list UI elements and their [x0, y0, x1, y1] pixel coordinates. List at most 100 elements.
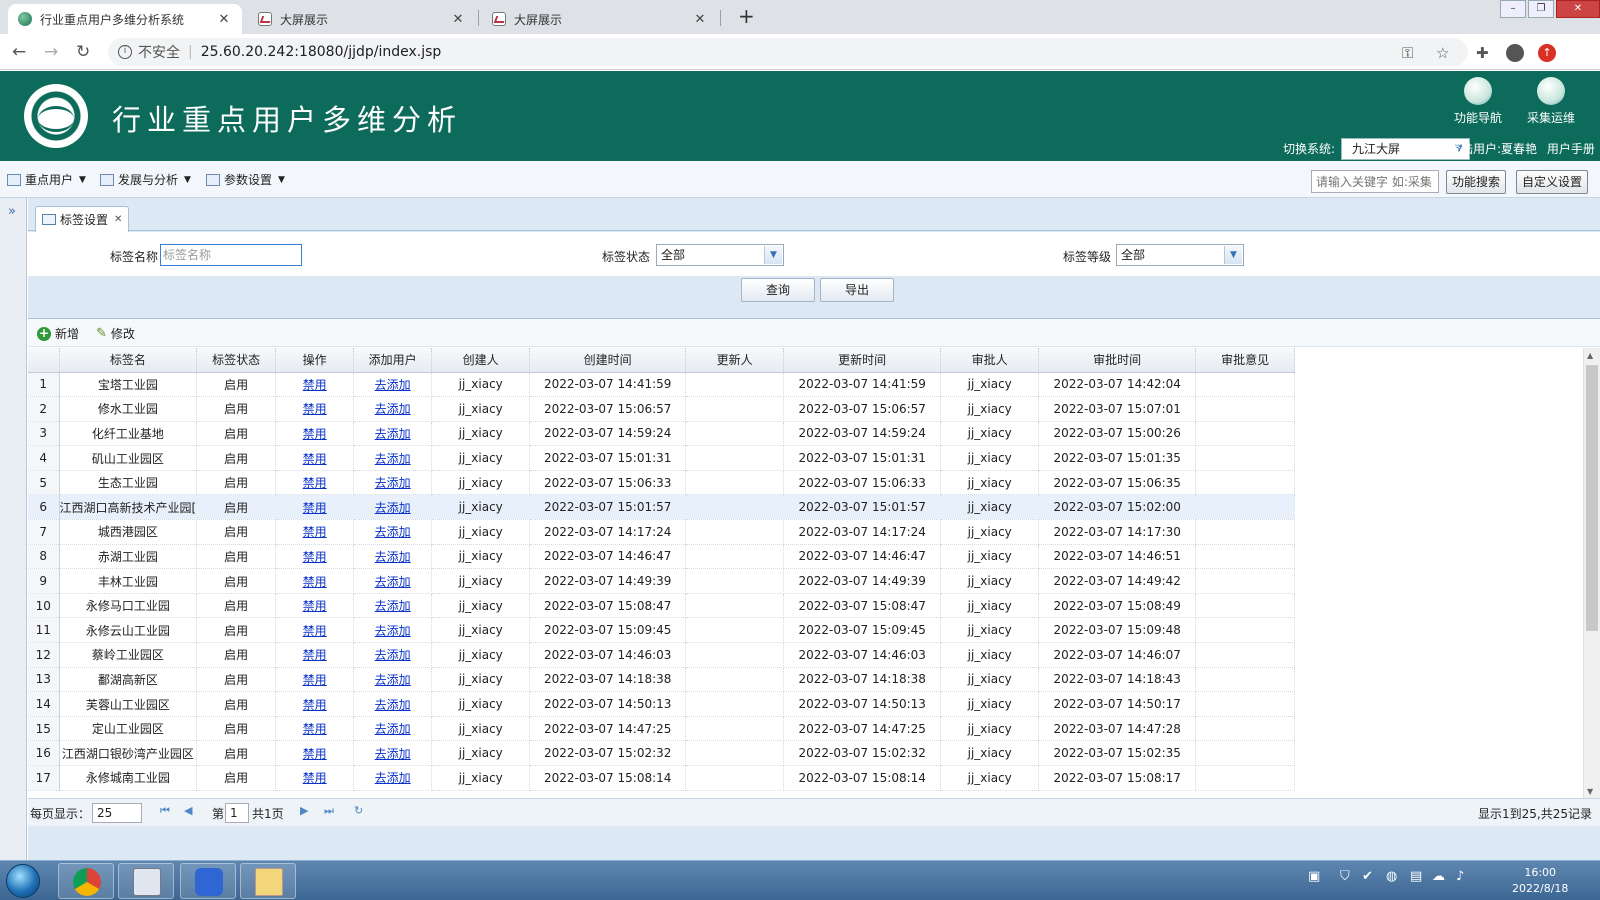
disable-link[interactable]: 禁用	[303, 599, 327, 613]
add-button[interactable]: + 新增	[37, 325, 79, 342]
menu-development-analysis[interactable]: 发展与分析 ▼	[100, 171, 191, 188]
tag-level-select[interactable]: 全部 ▼	[1116, 244, 1244, 266]
page-number-input[interactable]: 1	[225, 803, 249, 823]
table-row[interactable]: 13 鄱湖高新区 启用 禁用 去添加 jj_xiacy 2022-03-07 14:18:3…	[28, 667, 1296, 693]
column-header[interactable]: 审批意见	[1195, 348, 1296, 373]
column-header[interactable]: 更新时间	[783, 348, 942, 373]
close-tab-icon[interactable]: ✕	[216, 12, 232, 27]
taskbar-explorer[interactable]	[240, 863, 296, 899]
disable-link[interactable]: 禁用	[303, 698, 327, 712]
vertical-scrollbar[interactable]: ▲ ▼	[1583, 348, 1600, 799]
tray-volume-icon[interactable]: ♪	[1456, 869, 1464, 884]
reload-icon[interactable]: ↻	[76, 42, 90, 62]
add-user-link[interactable]: 去添加	[375, 501, 411, 515]
user-manual-link[interactable]: 用户手册	[1547, 142, 1595, 156]
table-row[interactable]: 8 赤湖工业园 启用 禁用 去添加 jj_xiacy 2022-03-07 14:46:47…	[28, 544, 1296, 570]
tag-status-select[interactable]: 全部 ▼	[656, 244, 784, 266]
add-user-link[interactable]: 去添加	[375, 476, 411, 490]
table-row[interactable]: 9 丰林工业园 启用 禁用 去添加 jj_xiacy 2022-03-07 14:49:39…	[28, 568, 1296, 594]
add-user-link[interactable]: 去添加	[375, 550, 411, 564]
table-row[interactable]: 2 修水工业园 启用 禁用 去添加 jj_xiacy 2022-03-07 15:06:57…	[28, 396, 1296, 422]
tray-security-icon[interactable]: ✔	[1362, 869, 1373, 884]
column-header[interactable]: 审批人	[940, 348, 1040, 373]
column-header[interactable]: 更新人	[685, 348, 785, 373]
disable-link[interactable]: 禁用	[303, 673, 327, 687]
column-header[interactable]: 创建人	[431, 348, 531, 373]
add-user-link[interactable]: 去添加	[375, 378, 411, 392]
tray-monitor-icon[interactable]: ▣	[1308, 869, 1320, 884]
info-icon[interactable]: i	[118, 45, 132, 59]
column-header[interactable]: 创建时间	[529, 348, 687, 373]
disable-link[interactable]: 禁用	[303, 452, 327, 466]
menu-key-users[interactable]: 重点用户 ▼	[7, 171, 86, 188]
add-user-link[interactable]: 去添加	[375, 648, 411, 662]
column-header[interactable]: 审批时间	[1038, 348, 1197, 373]
profile-avatar-icon[interactable]	[1506, 44, 1524, 62]
table-row[interactable]: 11 永修云山工业园 启用 禁用 去添加 jj_xiacy 2022-03-07 15:09…	[28, 617, 1296, 644]
first-page-icon[interactable]: ⏮	[160, 804, 170, 818]
tag-name-input[interactable]: 标签名称	[160, 244, 302, 266]
window-close-icon[interactable]: ✕	[1556, 0, 1600, 18]
menu-parameter-settings[interactable]: 参数设置 ▼	[206, 171, 285, 188]
table-row[interactable]: 3 化纤工业基地 启用 禁用 去添加 jj_xiacy 2022-03-07 14:59:2…	[28, 421, 1296, 447]
key-icon[interactable]: ⚿	[1402, 44, 1413, 62]
table-row[interactable]: 4 矶山工业园区 启用 禁用 去添加 jj_xiacy 2022-03-07 15:01:3…	[28, 445, 1296, 471]
taskbar-clock[interactable]: 16:00 2022/8/18	[1512, 865, 1568, 897]
add-user-link[interactable]: 去添加	[375, 452, 411, 466]
add-user-link[interactable]: 去添加	[375, 722, 411, 736]
disable-link[interactable]: 禁用	[303, 476, 327, 490]
disable-link[interactable]: 禁用	[303, 722, 327, 736]
tray-globe-icon[interactable]: ◍	[1386, 869, 1397, 884]
close-tab-icon[interactable]: ✕	[692, 12, 708, 27]
edit-button[interactable]: ✎ 修改	[96, 325, 135, 342]
column-header[interactable]: 添加用户	[353, 348, 433, 373]
disable-link[interactable]: 禁用	[303, 575, 327, 589]
add-user-link[interactable]: 去添加	[375, 747, 411, 761]
add-user-link[interactable]: 去添加	[375, 624, 411, 638]
query-button[interactable]: 查询	[741, 278, 815, 302]
back-arrow-icon[interactable]: ←	[12, 42, 26, 62]
function-search-button[interactable]: 功能搜索	[1446, 170, 1507, 194]
browser-tab-1[interactable]: 行业重点用户多维分析系统 ✕	[8, 4, 242, 34]
disable-link[interactable]: 禁用	[303, 525, 327, 539]
table-row[interactable]: 12 蔡岭工业园区 启用 禁用 去添加 jj_xiacy 2022-03-07 14:46:…	[28, 642, 1296, 668]
table-row[interactable]: 10 永修马口工业园 启用 禁用 去添加 jj_xiacy 2022-03-07 15:08…	[28, 593, 1296, 619]
expand-double-chevron-icon[interactable]: »	[8, 204, 16, 219]
close-icon[interactable]: ✕	[114, 214, 122, 225]
disable-link[interactable]: 禁用	[303, 550, 327, 564]
tray-network-icon[interactable]: ▤	[1410, 869, 1422, 884]
scroll-down-icon[interactable]: ▼	[1587, 787, 1593, 796]
disable-link[interactable]: 禁用	[303, 624, 327, 638]
refresh-icon[interactable]: ↻	[354, 804, 363, 817]
star-bookmark-icon[interactable]: ☆	[1436, 44, 1449, 62]
export-button[interactable]: 导出	[820, 278, 894, 302]
taskbar-wps[interactable]	[180, 863, 236, 899]
table-row[interactable]: 6 江西湖口高新技术产业园[启用 禁用 去添加 jj_xiacy 2022-03-07 1…	[28, 494, 1296, 521]
extensions-puzzle-icon[interactable]: ✚	[1476, 44, 1489, 62]
tray-cloud-icon[interactable]: ☁	[1432, 869, 1445, 884]
column-header[interactable]: 标签状态	[196, 348, 277, 373]
forward-arrow-icon[interactable]: →	[44, 42, 58, 62]
custom-settings-button[interactable]: 自定义设置	[1516, 170, 1589, 194]
add-user-link[interactable]: 去添加	[375, 673, 411, 687]
table-row[interactable]: 7 城西港园区 启用 禁用 去添加 jj_xiacy 2022-03-07 14:17:24…	[28, 519, 1296, 545]
disable-link[interactable]: 禁用	[303, 427, 327, 441]
function-search-input[interactable]	[1311, 170, 1439, 193]
restore-icon[interactable]: ❐	[1528, 0, 1554, 18]
function-nav-button[interactable]: 功能导航	[1443, 77, 1513, 126]
table-row[interactable]: 5 生态工业园 启用 禁用 去添加 jj_xiacy 2022-03-07 15:06:33…	[28, 470, 1296, 496]
minimize-icon[interactable]: –	[1500, 0, 1526, 18]
url-text[interactable]: 25.60.20.242:18080/jjdp/index.jsp	[201, 44, 442, 60]
new-tab-plus-icon[interactable]: +	[738, 4, 755, 28]
browser-tab-3[interactable]: 大屏展示 ✕	[482, 4, 718, 34]
disable-link[interactable]: 禁用	[303, 378, 327, 392]
disable-link[interactable]: 禁用	[303, 747, 327, 761]
collect-ops-button[interactable]: 采集运维	[1516, 77, 1586, 126]
page-size-input[interactable]: 25	[92, 803, 142, 823]
tab-label-settings[interactable]: 标签设置 ✕	[35, 206, 130, 232]
disable-link[interactable]: 禁用	[303, 501, 327, 515]
add-user-link[interactable]: 去添加	[375, 599, 411, 613]
scrollbar-thumb[interactable]	[1586, 365, 1598, 631]
table-row[interactable]: 17 永修城南工业园 启用 禁用 去添加 jj_xiacy 2022-03-07 15:08…	[28, 765, 1296, 791]
windows-start-icon[interactable]	[6, 864, 40, 898]
